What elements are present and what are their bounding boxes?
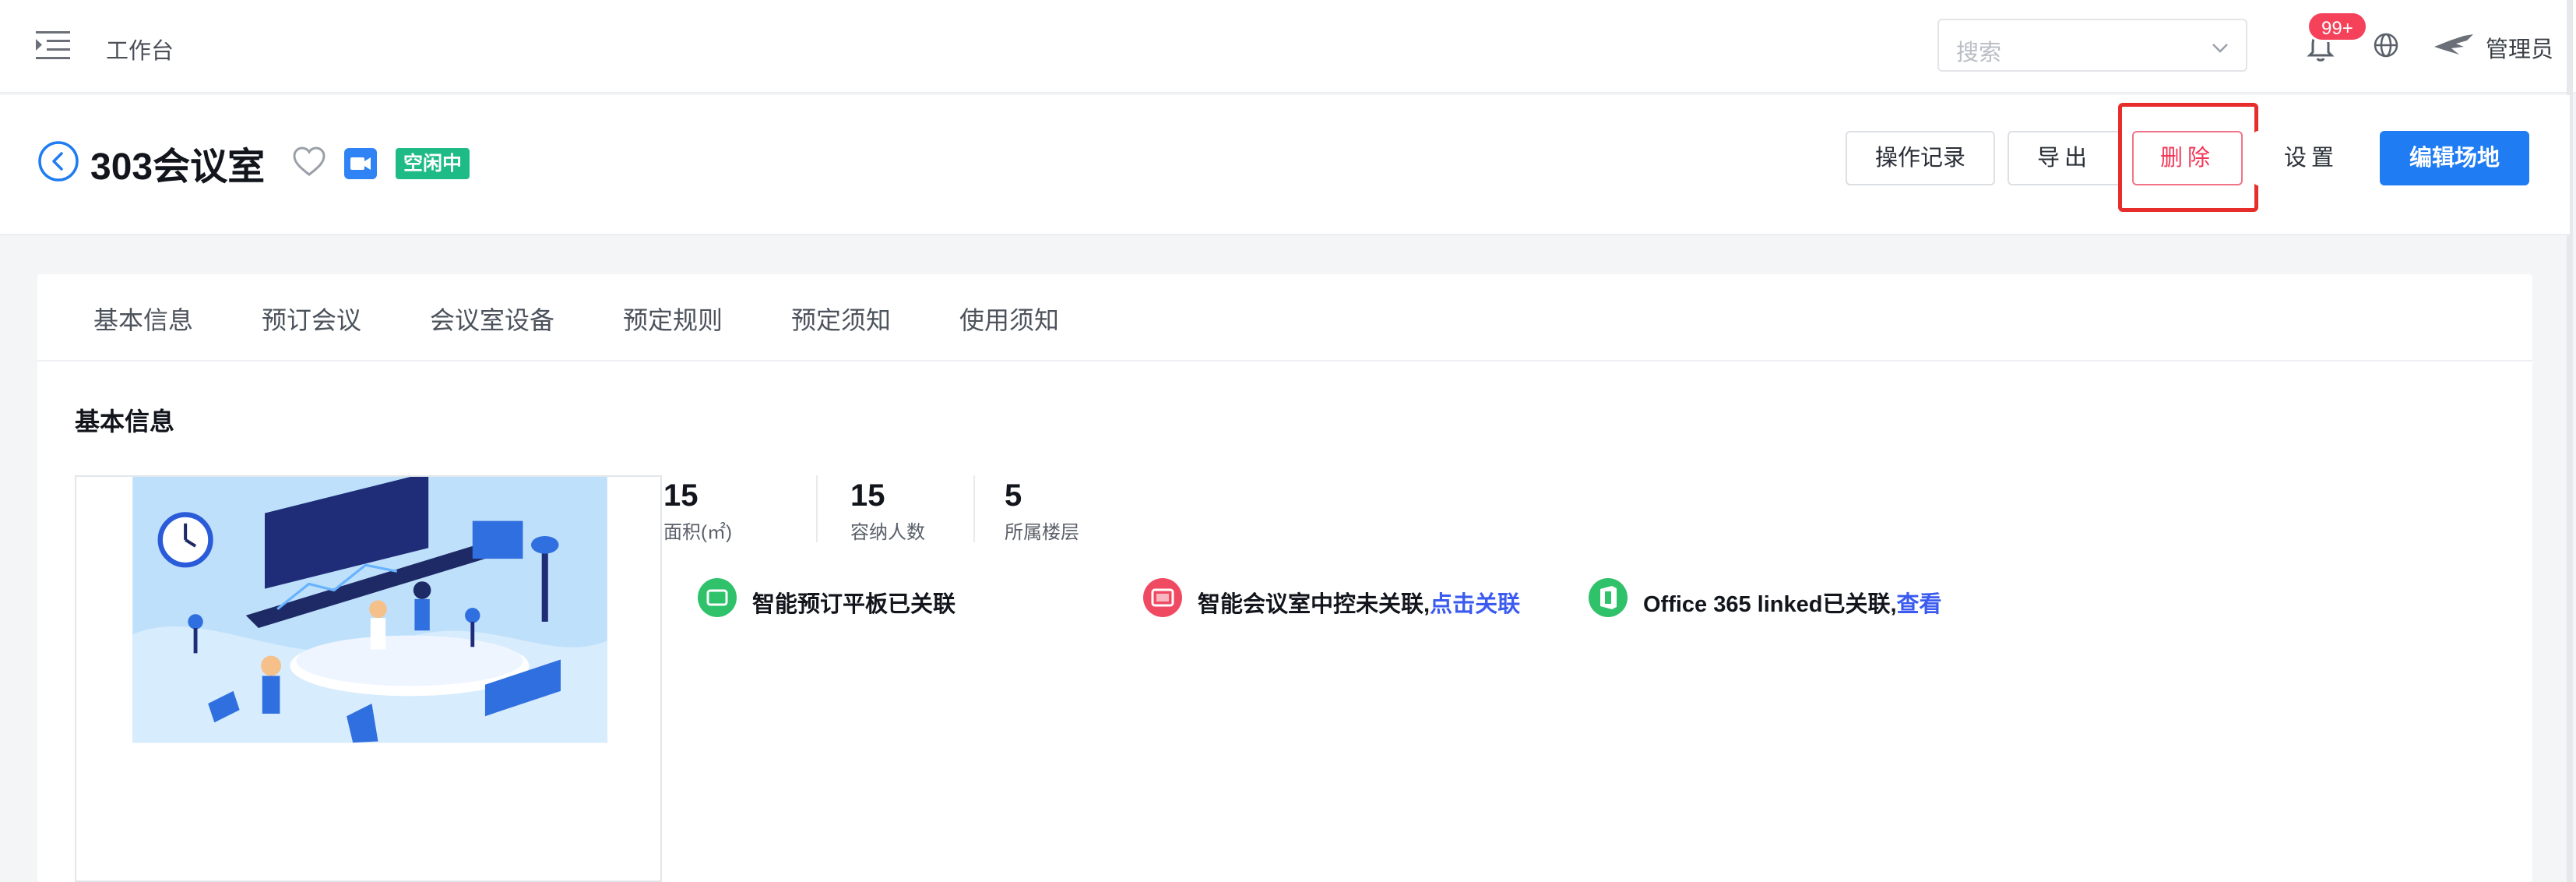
back-arrow-icon[interactable] <box>37 140 79 182</box>
office-icon <box>1589 578 1628 617</box>
stat-capacity: 15 容纳人数 <box>850 478 925 544</box>
stat-capacity-label: 容纳人数 <box>850 522 925 543</box>
video-camera-icon <box>344 148 377 179</box>
room-detail-card: 基本信息 预订会议 会议室设备 预定规则 预定须知 使用须知 基本信息 15 面… <box>37 274 2532 882</box>
top-nav-bar: 工作台 搜索 99+ 管理员 <box>0 0 2576 93</box>
link-view[interactable]: 查看 <box>1897 592 1942 617</box>
heart-icon[interactable] <box>291 145 327 178</box>
office365-integration-text: Office 365 linked已关联,查看 <box>1643 586 1942 619</box>
stat-floor-label: 所属楼层 <box>1005 522 1079 543</box>
admin-name[interactable]: 管理员 <box>2486 31 2553 64</box>
tablet-integration-text: 智能预订平板已关联 <box>752 592 956 617</box>
tablet-icon <box>698 578 737 617</box>
page-title: 303会议室 <box>90 146 266 188</box>
stat-area-value: 15 <box>663 478 699 513</box>
menu-toggle-icon[interactable] <box>36 30 70 61</box>
page-header: 303会议室 空闲中 操作记录 导出 删除 设置 编辑场地 <box>0 95 2570 235</box>
settings-button[interactable]: 设置 <box>2254 131 2369 185</box>
chevron-down-icon <box>2212 44 2228 53</box>
control-integration-status: 智能会议室中控未关联, <box>1198 592 1431 617</box>
stat-floor: 5 所属楼层 <box>1005 478 1079 544</box>
stat-floor-value: 5 <box>1005 478 1022 513</box>
workbench-label[interactable]: 工作台 <box>106 33 174 65</box>
search-placeholder: 搜索 <box>1956 41 2002 65</box>
stat-area-label: 面积(㎡) <box>663 522 732 543</box>
tab-usage-notice[interactable]: 使用须知 <box>959 301 1059 337</box>
stat-divider <box>973 475 975 542</box>
tab-bar: 基本信息 预订会议 会议室设备 预定规则 预定须知 使用须知 <box>37 274 2532 362</box>
stat-capacity-value: 15 <box>850 478 885 513</box>
operation-log-button[interactable]: 操作记录 <box>1846 131 1995 185</box>
room-illustration <box>75 475 662 882</box>
office365-integration-status: Office 365 linked已关联, <box>1643 592 1897 617</box>
stat-divider <box>816 475 818 542</box>
section-title: 基本信息 <box>75 407 175 436</box>
status-badge: 空闲中 <box>396 148 470 179</box>
link-connect[interactable]: 点击关联 <box>1430 592 1520 617</box>
tab-book-meeting[interactable]: 预订会议 <box>262 301 361 337</box>
stat-area: 15 面积(㎡) <box>663 478 732 544</box>
admin-avatar-icon[interactable] <box>2433 31 2475 59</box>
edit-venue-button[interactable]: 编辑场地 <box>2380 131 2529 185</box>
delete-button[interactable]: 删除 <box>2132 131 2243 185</box>
export-button[interactable]: 导出 <box>2008 131 2121 185</box>
tab-booking-notice[interactable]: 预定须知 <box>791 301 891 337</box>
globe-icon[interactable] <box>2372 31 2400 59</box>
search-select[interactable]: 搜索 <box>1937 19 2247 72</box>
notification-badge: 99+ <box>2307 11 2368 42</box>
control-panel-icon <box>1143 578 1182 617</box>
tab-basic-info[interactable]: 基本信息 <box>93 301 193 337</box>
control-integration-text: 智能会议室中控未关联,点击关联 <box>1198 586 1520 619</box>
tab-booking-rules[interactable]: 预定规则 <box>623 301 723 337</box>
tab-room-equipment[interactable]: 会议室设备 <box>430 301 554 337</box>
